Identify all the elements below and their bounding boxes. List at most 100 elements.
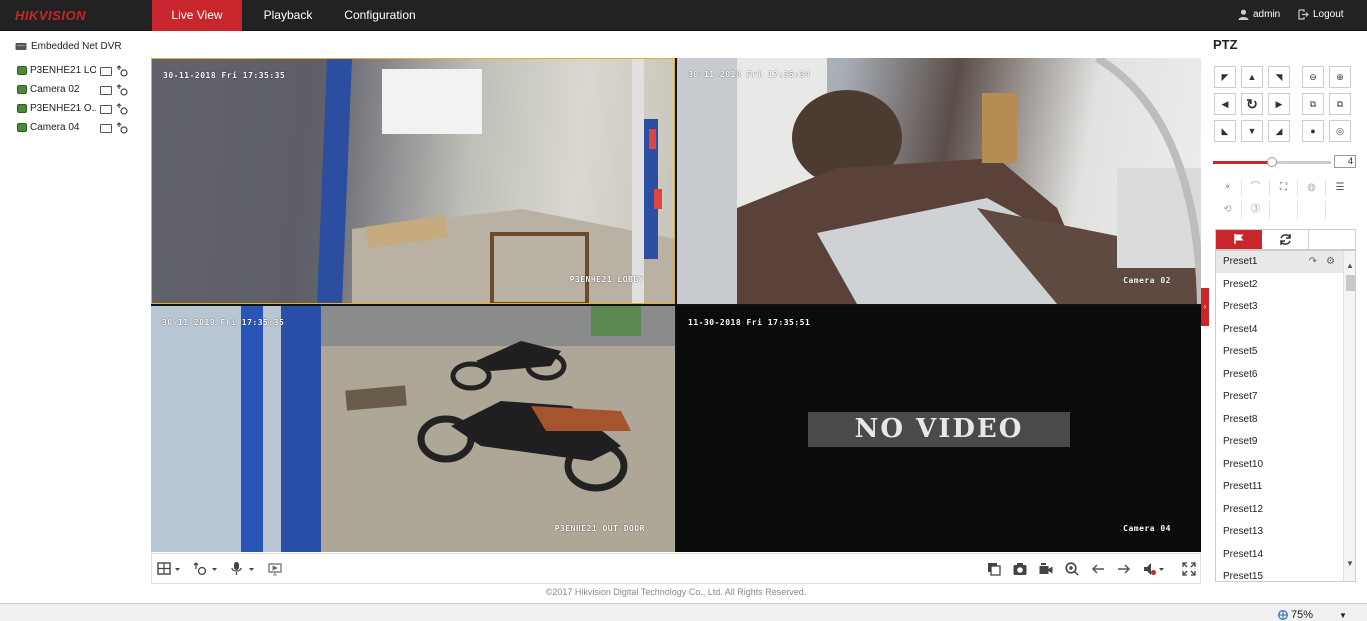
iris-open-icon[interactable]: ◎ [1329,120,1351,142]
camera-item[interactable]: P3ENHE21 LO... [17,65,132,81]
camera-preview-icon[interactable] [100,124,112,133]
logout-button[interactable]: Logout [1298,9,1344,20]
device-tree-root[interactable]: Embedded Net DVR [15,41,122,52]
ptz-down-right-button[interactable]: ◢ [1268,120,1290,142]
preset-item[interactable]: Preset5 [1216,341,1343,363]
video-timestamp: 30-11-2018 Fri 17:35:34 [688,70,811,79]
prev-page-icon[interactable] [1091,562,1105,576]
camera-item[interactable]: Camera 04 [17,122,132,138]
manual-track-icon[interactable]: ⟲ [1214,201,1242,219]
record-icon[interactable] [1039,562,1053,576]
video-frame [677,58,1201,304]
camera-label: Camera 02 [30,84,80,95]
camera-preview-icon[interactable] [100,105,112,114]
video-tile-lobby[interactable]: 30-11-2018 Fri 17:35:35 P3ENHE21 LOBBY [151,58,675,304]
preset-item[interactable]: Preset10 [1216,454,1343,476]
stream-select-icon[interactable] [116,84,128,96]
tab-live-view[interactable]: Live View [152,0,242,31]
stream-icon[interactable] [193,562,219,576]
preset-flag-icon [1234,234,1244,245]
fullscreen-icon[interactable] [1182,562,1196,576]
preset-item[interactable]: Preset3 [1216,296,1343,318]
scroll-down-icon[interactable]: ▼ [1346,559,1354,568]
zoom-out-icon[interactable]: ⊖ [1302,66,1324,88]
tab-patrol[interactable] [1262,230,1309,249]
ptz-right-button[interactable]: ▶ [1268,93,1290,115]
next-page-icon[interactable] [1117,562,1131,576]
ptz-speed-handle[interactable] [1267,157,1277,167]
logout-label: Logout [1313,9,1344,21]
user-icon [1238,9,1249,20]
no-video-message: NO VIDEO [808,412,1070,447]
camera-item[interactable]: Camera 02 [17,84,132,100]
ptz-up-left-button[interactable]: ◤ [1214,66,1236,88]
video-channel-name: Camera 02 [1123,276,1171,285]
preset-item[interactable]: Preset2 [1216,274,1343,296]
preset-item[interactable]: Preset11 [1216,476,1343,498]
more-menu-icon[interactable]: ☰ [1326,179,1354,197]
tab-configuration[interactable]: Configuration [336,0,424,31]
camera-label: Camera 04 [30,122,80,133]
preset-item[interactable]: Preset8 [1216,409,1343,431]
camera-item[interactable]: P3ENHE21 O... [17,103,132,119]
zoom-level[interactable]: 75% ▼ [1278,609,1347,621]
focus-near-icon[interactable]: ⧉ [1302,93,1324,115]
start-all-icon[interactable] [268,562,282,576]
stop-all-icon[interactable] [987,562,1001,576]
ptz-speed-value[interactable]: 4 [1334,155,1356,168]
auxiliary-focus-icon[interactable]: ⛶ [1270,179,1298,197]
preset-scrollbar[interactable]: ▲ ▼ [1343,251,1355,581]
preset-item[interactable]: Preset15 [1216,566,1343,581]
wiper-icon[interactable]: ⌒ [1242,179,1270,197]
ptz-up-right-button[interactable]: ◥ [1268,66,1290,88]
preset-item[interactable]: Preset14 [1216,544,1343,566]
collapse-ptz-handle[interactable]: › [1201,288,1209,326]
zoom-dropdown-icon[interactable]: ▼ [1339,611,1347,620]
stream-select-icon[interactable] [116,65,128,77]
call-preset-icon[interactable]: ↷ [1309,251,1317,273]
preset-item[interactable]: Preset4 [1216,319,1343,341]
zoom-in-icon[interactable]: ⊕ [1329,66,1351,88]
set-preset-icon[interactable]: ⚙ [1326,251,1335,273]
preset-item[interactable]: Preset9 [1216,431,1343,453]
window-layout-icon[interactable] [157,562,181,576]
video-tile-out-door[interactable]: 30-11-2018 Fri 17:35:35 P3ENHE21 OUT DOO… [151,306,675,552]
video-channel-name: P3ENHE21 LOBBY [569,275,644,284]
ptz-down-button[interactable]: ▼ [1241,120,1263,142]
scroll-thumb[interactable] [1346,275,1355,291]
stream-select-icon[interactable] [116,122,128,134]
live-view-toolbar [151,553,1201,584]
volume-icon[interactable] [1143,562,1169,576]
video-tile-camera-02[interactable]: 30-11-2018 Fri 17:35:34 Camera 02 [677,58,1201,304]
iris-close-icon[interactable]: ● [1302,120,1324,142]
camera-preview-icon[interactable] [100,67,112,76]
ptz-down-left-button[interactable]: ◣ [1214,120,1236,142]
user-menu[interactable]: admin [1238,9,1280,20]
stream-select-icon[interactable] [116,103,128,115]
video-frame [152,59,674,303]
camera-preview-icon[interactable] [100,86,112,95]
digital-zoom-icon[interactable] [1065,562,1079,576]
ptz-panel-title: PTZ [1213,37,1238,52]
video-tile-camera-04[interactable]: 11-30-2018 Fri 17:35:51 NO VIDEO Camera … [677,306,1201,552]
3d-positioning-icon[interactable]: ⓷ [1242,201,1270,219]
capture-icon[interactable] [1013,562,1027,576]
dvr-label: Embedded Net DVR [31,41,122,52]
ptz-left-button[interactable]: ◀ [1214,93,1236,115]
lens-init-icon[interactable]: ◍ [1298,179,1326,197]
preset-item[interactable]: Preset12 [1216,499,1343,521]
light-icon[interactable]: ☀ [1214,179,1242,197]
scroll-up-icon[interactable]: ▲ [1346,261,1354,270]
preset-item[interactable]: Preset7 [1216,386,1343,408]
tab-playback[interactable]: Playback [252,0,324,31]
microphone-icon[interactable] [230,562,256,576]
preset-item[interactable]: Preset13 [1216,521,1343,543]
tab-presets[interactable] [1216,230,1262,249]
patrol-icon [1279,234,1291,246]
ptz-up-button[interactable]: ▲ [1241,66,1263,88]
ptz-auto-scan-button[interactable]: ↻ [1241,93,1263,115]
preset-item[interactable]: Preset6 [1216,364,1343,386]
focus-far-icon[interactable]: ⧉ [1329,93,1351,115]
preset-item[interactable]: Preset1 ↷ ⚙ [1216,251,1343,273]
preset-label: Preset9 [1223,436,1258,447]
